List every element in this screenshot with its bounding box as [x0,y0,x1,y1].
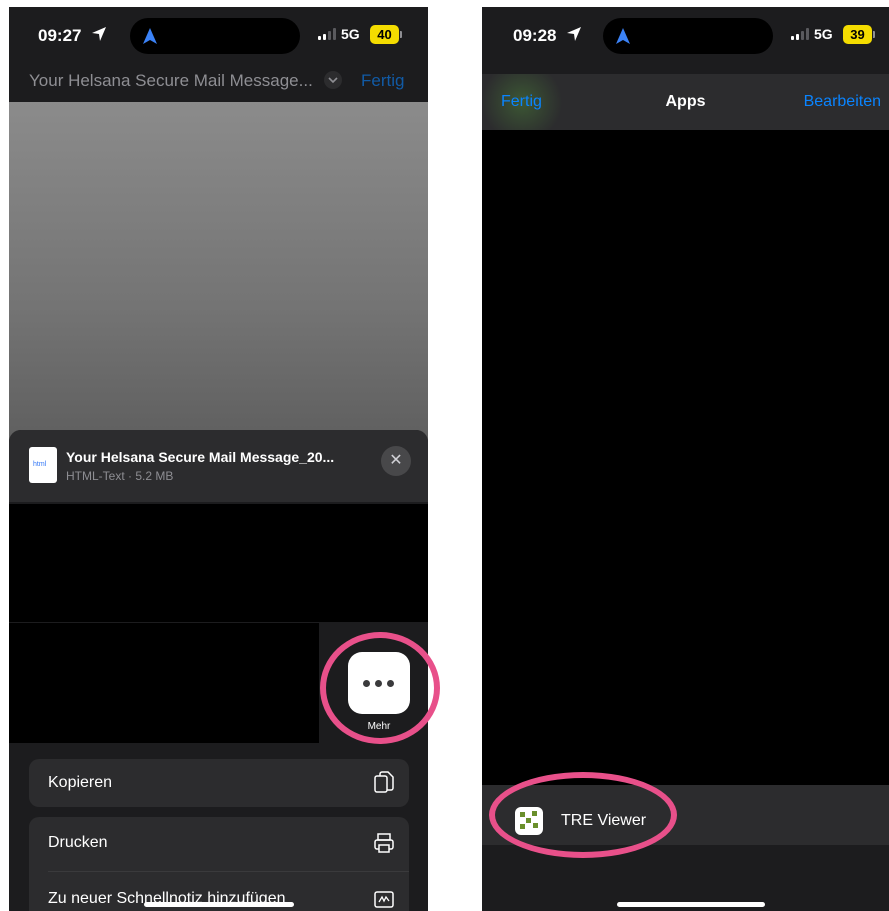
status-time: 09:27 [38,26,82,45]
signal-strength-icon [791,28,809,40]
status-time: 09:28 [513,26,557,45]
copy-icon [374,771,394,793]
network-type: 5G [341,26,360,42]
navigation-arrow-icon [143,28,157,44]
status-bar: 09:28 5G 39 [482,7,889,65]
action-label: Kopieren [48,774,113,791]
preview-nav-bar: Your Helsana Secure Mail Message... Fert… [9,65,428,105]
close-icon[interactable]: ✕ [381,446,411,476]
status-bar: 09:27 5G 40 [9,7,428,65]
redacted-app-list [482,130,889,785]
battery-level: 40 [370,25,399,44]
left-phone-screen: 09:27 5G 40 Your Helsana Secure Mail Mes… [9,7,428,911]
network-type: 5G [814,26,833,42]
row-separator [48,871,409,872]
home-indicator[interactable] [144,902,294,907]
highlight-circle-tre-viewer [489,772,677,858]
location-arrow-icon [92,27,106,41]
print-and-note-group: Drucken Zu neuer Schnellnotiz hinzufügen [29,817,409,911]
print-action[interactable]: Drucken [29,817,409,871]
signal-strength-icon [318,28,336,40]
html-file-icon: html [29,447,57,483]
dynamic-island [130,18,300,54]
redacted-apps-row [9,623,319,743]
edit-button[interactable]: Bearbeiten [804,93,881,111]
shared-file-header: html Your Helsana Secure Mail Message_20… [9,430,428,502]
navigation-arrow-icon [616,28,630,44]
preview-title[interactable]: Your Helsana Secure Mail Message... [29,71,313,91]
highlight-circle-more [320,632,440,744]
file-icon-text: html [33,461,47,468]
action-label: Drucken [48,834,108,851]
file-name: Your Helsana Secure Mail Message_20... [66,449,335,465]
battery-tip [400,31,402,38]
done-button[interactable]: Fertig [361,71,404,91]
chevron-down-icon[interactable] [324,71,342,89]
file-meta: HTML-Text · 5.2 MB [66,469,174,483]
home-indicator[interactable] [617,902,765,907]
printer-icon [374,833,394,853]
screenshot-composite: 09:27 5G 40 Your Helsana Secure Mail Mes… [0,0,889,911]
redacted-contacts-row [9,504,428,622]
copy-action[interactable]: Kopieren [29,759,409,807]
document-preview [9,102,428,442]
location-arrow-icon [567,27,581,41]
battery-tip [873,31,875,38]
quick-note-icon [374,891,394,908]
apps-nav-bar: Fertig Apps Bearbeiten [482,74,889,130]
battery-level: 39 [843,25,872,44]
dynamic-island [603,18,773,54]
